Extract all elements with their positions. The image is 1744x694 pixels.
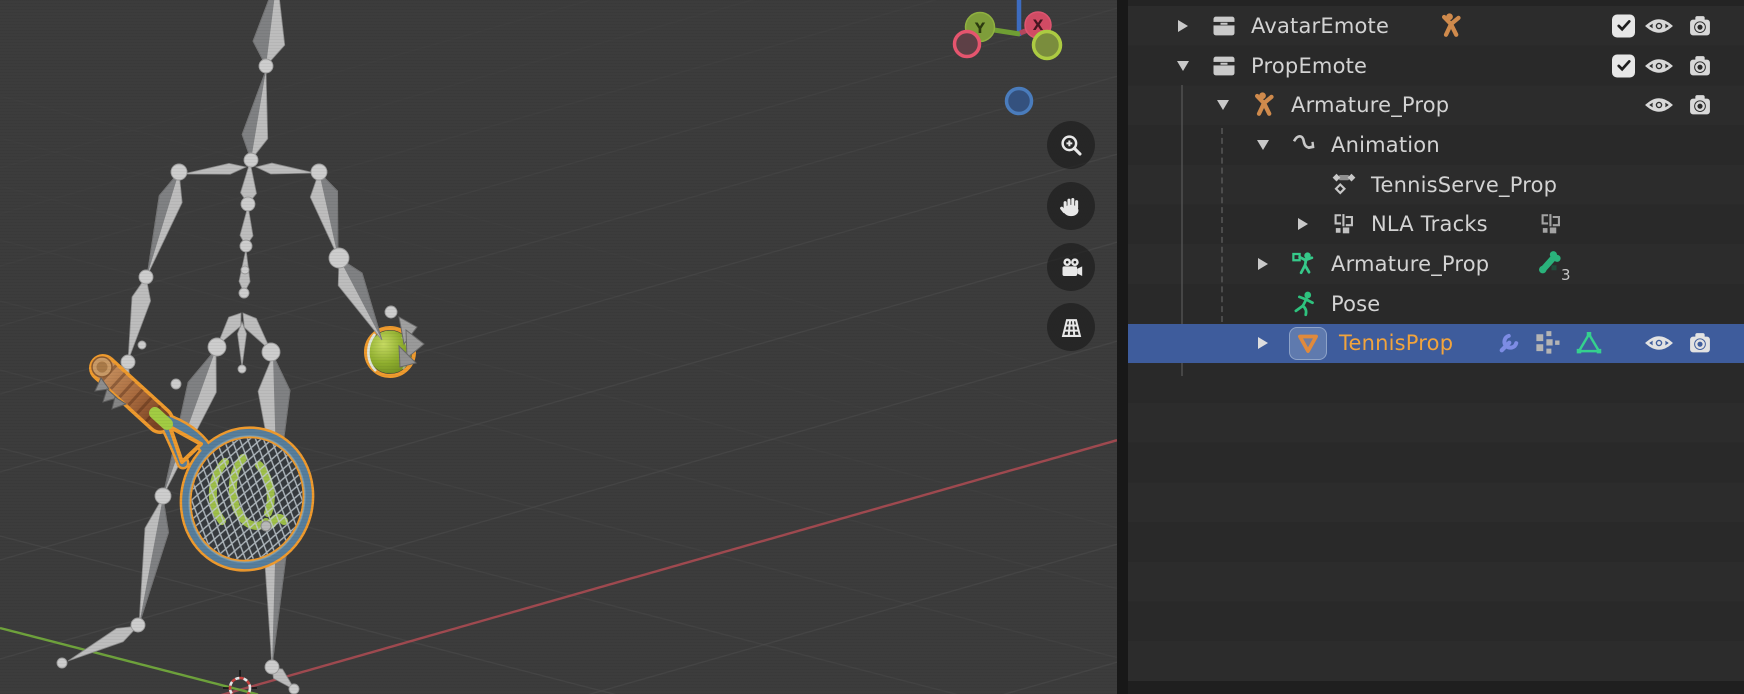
row-label: PropEmote [1251,54,1367,78]
bone-count-badge: 3 [1561,266,1571,284]
render-camera-toggle[interactable] [1685,52,1715,80]
outliner-row-animation[interactable]: Animation [1128,125,1744,165]
wrench-icon [1494,328,1524,358]
collection-icon [1209,51,1239,81]
outliner-row-tennisserve-prop[interactable]: TennisServe_Prop [1128,165,1744,205]
outliner-row-tennisprop[interactable]: TennisProp [1128,324,1744,364]
outliner-row-armature-prop-data[interactable]: Armature_Prop 3 [1128,244,1744,284]
armature-icon [1436,11,1466,41]
animation-icon [1289,130,1319,160]
zoom-button[interactable] [1047,121,1095,169]
collapse-arrow-icon[interactable] [1249,140,1277,150]
collapse-arrow-icon[interactable] [1169,61,1197,71]
mesh-object-icon [1289,328,1327,358]
exclude-checkbox[interactable] [1612,14,1635,37]
outliner-row-propemote[interactable]: PropEmote [1128,46,1744,86]
camera-view-button[interactable] [1047,243,1095,291]
row-label: Pose [1331,292,1380,316]
perspective-toggle-button[interactable] [1047,303,1095,351]
nla-icon [1329,209,1359,239]
nla-icon [1537,210,1565,238]
row-label: AvatarEmote [1251,14,1389,38]
perspective-grid-icon [1058,314,1085,341]
render-camera-toggle[interactable] [1685,91,1715,119]
bone-icon [1534,249,1564,279]
action-icon [1329,170,1359,200]
pan-button[interactable] [1047,182,1095,230]
hide-eye-toggle[interactable] [1644,53,1674,79]
expand-arrow-icon[interactable] [1249,258,1277,270]
row-label: TennisProp [1339,331,1453,355]
gizmo-z-negative-handle[interactable] [1007,89,1032,114]
row-label: Armature_Prop [1291,93,1449,117]
gizmo-x-negative-handle[interactable] [955,32,980,57]
blender-window: X Y [0,0,1744,694]
gizmo-y-axis-line [994,30,1020,34]
collapse-arrow-icon[interactable] [1209,100,1237,110]
outliner-panel: AvatarEmote PropEmote [1128,0,1744,694]
gizmo-y-negative-handle[interactable] [1034,32,1061,59]
nav-gizmo[interactable]: X Y [940,0,1117,132]
camera-view-icon [1058,254,1085,281]
hide-eye-toggle[interactable] [1644,330,1674,356]
outliner-row-avataremote[interactable]: AvatarEmote [1128,6,1744,46]
mesh-data-icon [1574,328,1604,358]
collection-icon [1209,11,1239,41]
outliner-row-armature-prop-object[interactable]: Armature_Prop [1128,85,1744,125]
pan-hand-icon [1058,193,1085,220]
modifier-icon [1532,328,1562,358]
row-label: Armature_Prop [1331,252,1489,276]
outliner-bottom-edge [1128,681,1744,694]
expand-arrow-icon[interactable] [1169,20,1197,32]
outliner-row-nla-tracks[interactable]: NLA Tracks [1128,205,1744,245]
render-camera-toggle[interactable] [1685,12,1715,40]
panel-divider[interactable] [1117,0,1128,694]
expand-arrow-icon[interactable] [1289,218,1317,230]
armature-data-icon [1289,249,1319,279]
hide-eye-toggle[interactable] [1644,92,1674,118]
row-label: NLA Tracks [1371,212,1488,236]
viewport-3d[interactable]: X Y [0,0,1117,694]
pose-icon [1289,289,1319,319]
zoom-icon [1058,132,1084,158]
row-label: TennisServe_Prop [1371,173,1557,197]
outliner-row-pose[interactable]: Pose [1128,284,1744,324]
expand-arrow-icon[interactable] [1249,337,1277,349]
exclude-checkbox[interactable] [1612,54,1635,77]
row-label: Animation [1331,133,1440,157]
render-camera-toggle[interactable] [1685,329,1715,357]
armature-object-icon [1249,90,1279,120]
hide-eye-toggle[interactable] [1644,13,1674,39]
